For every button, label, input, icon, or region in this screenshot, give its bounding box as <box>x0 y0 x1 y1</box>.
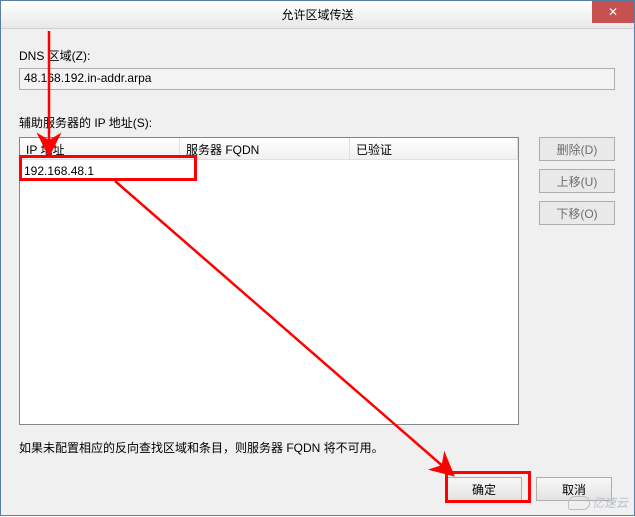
servers-table: IP 地址 服务器 FQDN 已验证 <box>19 137 519 425</box>
watermark-text: 亿速云 <box>592 494 628 511</box>
table-header: IP 地址 服务器 FQDN 已验证 <box>20 138 518 160</box>
dns-zone-field: 48.168.192.in-addr.arpa <box>19 68 615 90</box>
watermark: 亿速云 <box>568 494 628 511</box>
ok-button[interactable]: 确定 <box>446 477 522 501</box>
window-title: 允许区域传送 <box>281 6 353 23</box>
table-row[interactable] <box>20 160 518 182</box>
dialog-content: DNS 区域(Z): 48.168.192.in-addr.arpa 辅助服务器… <box>1 29 634 468</box>
move-down-button[interactable]: 下移(O) <box>539 201 615 225</box>
column-fqdn: 服务器 FQDN <box>180 138 350 159</box>
cloud-icon <box>568 496 590 510</box>
ip-cell[interactable] <box>20 160 180 182</box>
close-button[interactable]: ✕ <box>592 1 634 23</box>
move-up-button[interactable]: 上移(U) <box>539 169 615 193</box>
side-buttons: 删除(D) 上移(U) 下移(O) <box>539 137 615 425</box>
ip-address-input[interactable] <box>24 162 176 180</box>
dns-zone-label: DNS 区域(Z): <box>19 47 616 64</box>
titlebar: 允许区域传送 ✕ <box>1 1 634 29</box>
column-verified: 已验证 <box>350 138 518 159</box>
delete-button[interactable]: 删除(D) <box>539 137 615 161</box>
column-ip: IP 地址 <box>20 138 180 159</box>
fqdn-note: 如果未配置相应的反向查找区域和条目，则服务器 FQDN 将不可用。 <box>19 439 616 456</box>
secondary-servers-label: 辅助服务器的 IP 地址(S): <box>19 114 616 131</box>
servers-area: IP 地址 服务器 FQDN 已验证 删除(D) 上移(U) 下移(O) <box>19 137 616 425</box>
close-icon: ✕ <box>608 5 618 19</box>
dialog-window: 允许区域传送 ✕ DNS 区域(Z): 48.168.192.in-addr.a… <box>0 0 635 516</box>
